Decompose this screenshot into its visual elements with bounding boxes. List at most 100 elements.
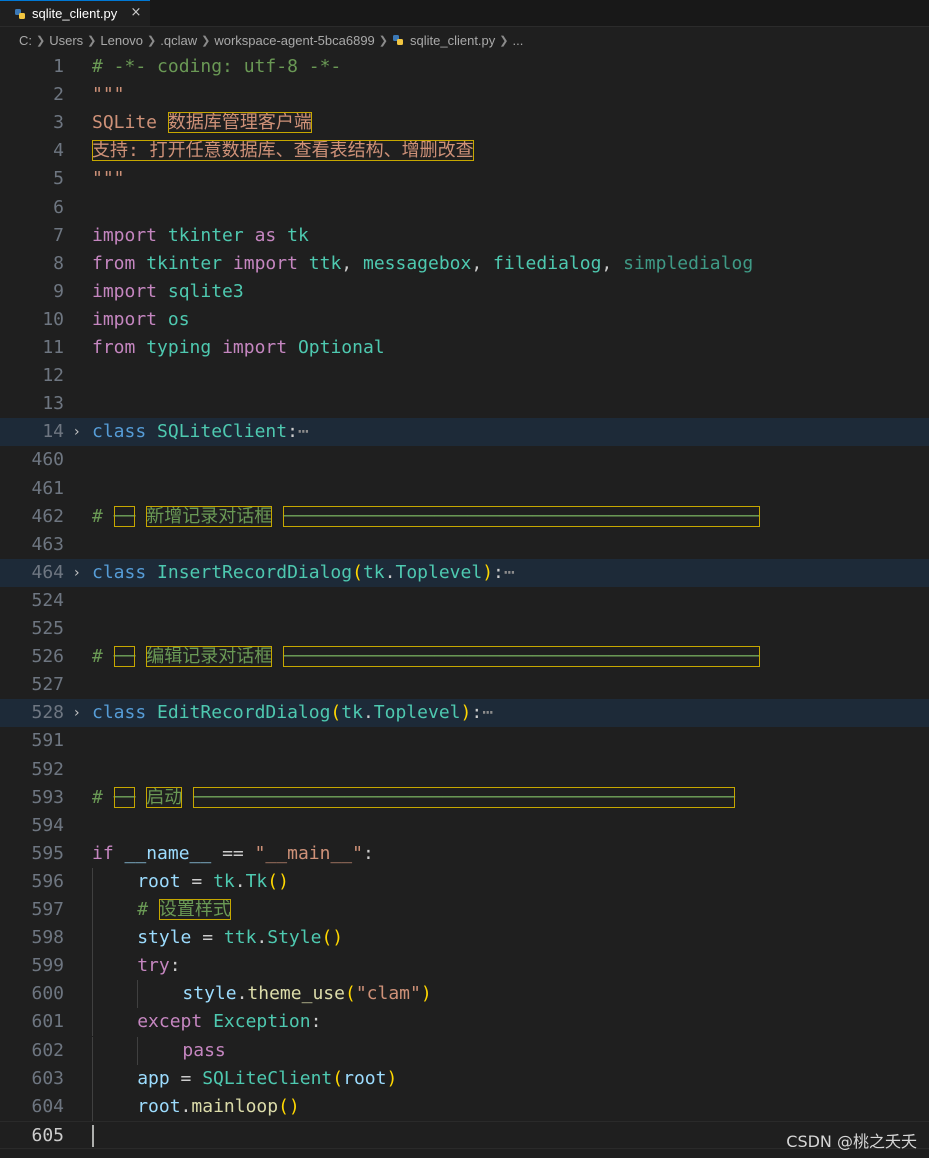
code-token: .: [234, 870, 246, 892]
code-token: :: [169, 955, 181, 977]
code-token: 设置样式: [158, 899, 231, 920]
code-line[interactable]: 601 except Exception:: [0, 1008, 929, 1037]
chevron-right-icon: ❯: [87, 34, 97, 47]
code-token: ,: [601, 252, 624, 274]
code-editor[interactable]: 1 # -*- coding: utf-8 -*- 2 """ 3 SQLite 数据库管…: [0, 53, 929, 1158]
code-line[interactable]: 3 SQLite 数据库管理客户端: [0, 109, 929, 137]
code-line[interactable]: 594: [0, 812, 929, 840]
code-token: as: [254, 224, 277, 246]
code-line[interactable]: 7 import tkinter as tk: [0, 222, 929, 250]
code-token: app: [137, 1067, 170, 1089]
code-text: app = SQLiteClient(root): [137, 1065, 397, 1093]
code-token: SQLiteClient: [202, 1067, 333, 1089]
code-line[interactable]: 4 支持: 打开任意数据库、查看表结构、增删改查: [0, 137, 929, 165]
code-token: Tk: [245, 870, 268, 892]
breadcrumb-item[interactable]: sqlite_client.py: [410, 33, 495, 48]
breadcrumb-item[interactable]: ...: [513, 33, 524, 48]
code-line[interactable]: 599 try:: [0, 952, 929, 981]
text-cursor: [92, 1124, 94, 1147]
code-line[interactable]: 527: [0, 671, 929, 699]
code-line[interactable]: 596 root = tk.Tk(): [0, 867, 929, 896]
code-token: .: [180, 1095, 192, 1117]
breadcrumb-item[interactable]: C:: [19, 33, 32, 48]
code-text: root = tk.Tk(): [137, 868, 289, 896]
code-line[interactable]: 526 # ── 编辑记录对话框 ────────────────────────…: [0, 643, 929, 671]
code-line[interactable]: 598 style = ttk.Style(): [0, 924, 929, 953]
line-number: 2: [53, 84, 64, 106]
code-line[interactable]: 525: [0, 615, 929, 643]
code-token: ──: [113, 786, 136, 808]
code-text: class InsertRecordDialog(tk.Toplevel):⋯: [92, 559, 515, 587]
line-number: 591: [31, 730, 64, 752]
tab-label: sqlite_client.py: [32, 6, 118, 21]
code-token: ,: [471, 252, 494, 274]
code-token: messagebox: [362, 252, 472, 274]
code-line[interactable]: 604 root.mainloop(): [0, 1092, 929, 1121]
code-line[interactable]: 10 import os: [0, 306, 929, 334]
code-line[interactable]: 463: [0, 531, 929, 559]
code-line[interactable]: 524: [0, 587, 929, 615]
code-line[interactable]: 460: [0, 446, 929, 474]
code-line[interactable]: 8 from tkinter import ttk, messagebox, fi…: [0, 250, 929, 278]
line-number: 5: [53, 168, 64, 190]
line-number: 593: [31, 786, 64, 808]
code-line[interactable]: 14 › class SQLiteClient:⋯: [0, 418, 929, 447]
code-line[interactable]: 597 # 设置样式: [0, 896, 929, 924]
code-line[interactable]: 595 if __name__ == "__main__":: [0, 840, 929, 868]
code-token: ────────────────────────────────────────…: [193, 786, 735, 808]
code-line[interactable]: 12: [0, 362, 929, 390]
code-text: if __name__ == "__main__":: [92, 840, 374, 868]
code-line[interactable]: 1 # -*- coding: utf-8 -*-: [0, 53, 929, 81]
breadcrumb-item[interactable]: Users: [49, 33, 83, 48]
line-number: 527: [31, 674, 64, 696]
code-token: root: [137, 870, 181, 892]
breadcrumb-item[interactable]: workspace-agent-5bca6899: [214, 33, 374, 48]
breadcrumb-item[interactable]: .qclaw: [160, 33, 197, 48]
code-line[interactable]: 6: [0, 194, 929, 222]
line-number: 605: [31, 1124, 64, 1146]
code-token: from: [92, 337, 136, 358]
code-line[interactable]: 528 › class EditRecordDialog(tk.Toplevel):…: [0, 699, 929, 728]
code-text: import os: [92, 306, 190, 334]
tab-sqlite-client[interactable]: sqlite_client.py ×: [0, 0, 150, 26]
code-line[interactable]: 591: [0, 727, 929, 755]
code-token: Exception: [213, 1011, 311, 1033]
code-line[interactable]: 464 › class InsertRecordDialog(tk.Toplevel…: [0, 558, 929, 587]
code-line[interactable]: 11 from typing import Optional: [0, 334, 929, 362]
code-line[interactable]: 2 """: [0, 81, 929, 109]
code-line[interactable]: 5 """: [0, 165, 929, 193]
code-line[interactable]: 462 # ── 新增记录对话框 ────────────────────────…: [0, 503, 929, 531]
breadcrumb-item[interactable]: Lenovo: [100, 33, 143, 48]
fold-chevron-icon[interactable]: ›: [74, 418, 88, 446]
code-line[interactable]: 600 style.theme_use("clam"): [0, 980, 929, 1009]
code-line[interactable]: 592: [0, 756, 929, 784]
line-number: 11: [42, 337, 64, 358]
code-token: theme_use: [247, 983, 345, 1005]
code-token: filedialog: [493, 252, 602, 274]
code-token: mainloop: [191, 1095, 279, 1117]
code-token: ⋯: [503, 561, 515, 583]
line-number: 8: [53, 252, 64, 274]
code-token: =: [180, 870, 214, 892]
code-token: InsertRecordDialog: [157, 561, 353, 583]
code-line[interactable]: 593 # ── 启动 ─────────────────────────────…: [0, 784, 929, 812]
close-icon[interactable]: ×: [128, 5, 144, 21]
code-line[interactable]: 602 pass: [0, 1036, 929, 1065]
code-token: 支持: 打开任意数据库、查看表结构、增删改查: [92, 140, 474, 162]
line-number: 464: [31, 561, 64, 583]
fold-chevron-icon[interactable]: ›: [74, 559, 88, 587]
line-number: 7: [53, 224, 64, 246]
code-line[interactable]: 13: [0, 390, 929, 418]
code-token: :: [310, 1011, 322, 1033]
code-text: class EditRecordDialog(tk.Toplevel):⋯: [92, 699, 493, 727]
fold-chevron-icon[interactable]: ›: [74, 699, 88, 727]
code-line[interactable]: 603 app = SQLiteClient(root): [0, 1064, 929, 1093]
code-line[interactable]: 9 import sqlite3: [0, 278, 929, 306]
watermark: CSDN @桃之夭夭: [786, 1132, 917, 1151]
line-number: 604: [31, 1095, 64, 1117]
code-token: .: [256, 927, 268, 949]
code-line[interactable]: 461: [0, 475, 929, 503]
editor-window: sqlite_client.py × C: ❯ Users ❯ Lenovo ❯ .qcla…: [0, 0, 929, 1158]
